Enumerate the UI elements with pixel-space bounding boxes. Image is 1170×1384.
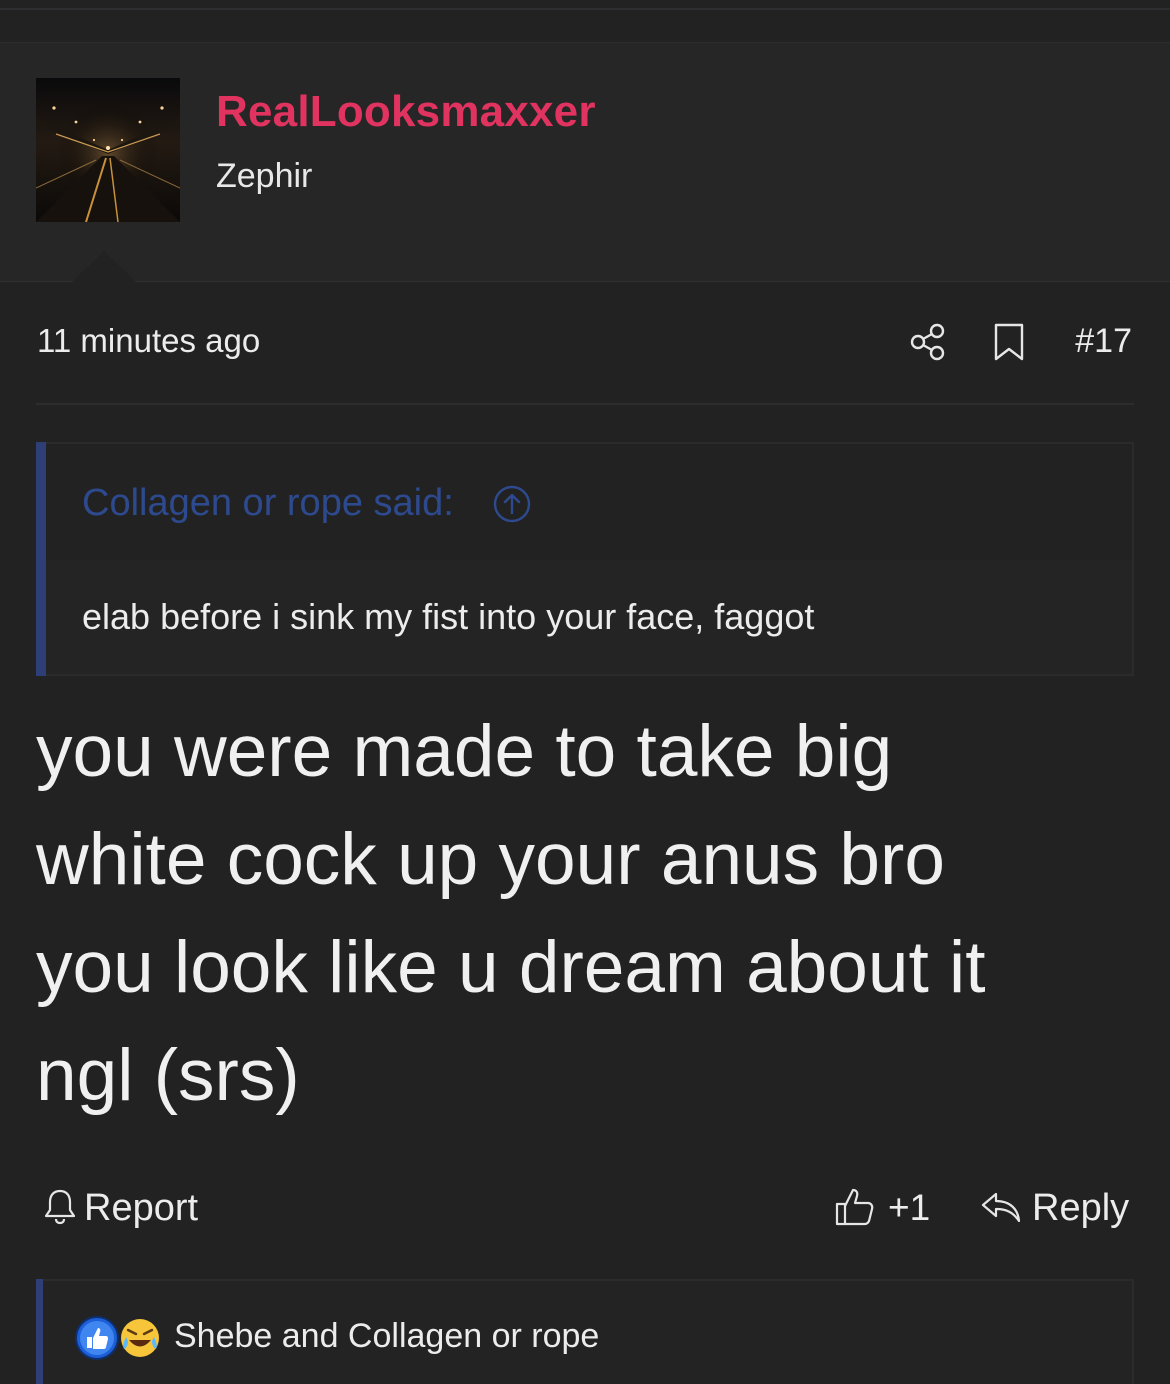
- username[interactable]: RealLooksmaxxer: [216, 87, 596, 137]
- reply-label: Reply: [1032, 1186, 1130, 1229]
- avatar[interactable]: [36, 78, 180, 222]
- reply-arrow-icon: [980, 1186, 1022, 1231]
- reaction-icons: [74, 1315, 164, 1361]
- like-count: +1: [888, 1187, 931, 1228]
- like-reaction-icon: [75, 1316, 119, 1360]
- bookmark-icon[interactable]: [992, 322, 1026, 362]
- post-body-line: ngl (srs): [36, 1035, 300, 1116]
- report-label: Report: [84, 1186, 199, 1229]
- reactions-accent-bar: [36, 1279, 43, 1384]
- post-body-line: white cock up your anus bro: [36, 819, 945, 900]
- post-timestamp[interactable]: 11 minutes ago: [37, 322, 260, 360]
- report-button[interactable]: Report: [42, 1184, 198, 1232]
- post-body-line: you look like u dream about it: [36, 927, 986, 1008]
- quote-header: Collagen or rope said:: [46, 444, 1132, 560]
- meta-divider: [36, 403, 1134, 405]
- reactions-summary[interactable]: Shebe and Collagen or rope: [174, 1317, 599, 1356]
- post-body-line: you were made to take big: [36, 711, 893, 792]
- thumbs-up-icon: [834, 1184, 876, 1233]
- post-user-header: RealLooksmaxxer Zephir: [0, 42, 1170, 282]
- user-title: Zephir: [216, 157, 313, 195]
- reply-button[interactable]: Reply: [980, 1182, 1129, 1234]
- quote-author-link[interactable]: Collagen or rope said:: [82, 482, 454, 525]
- share-icon[interactable]: [908, 322, 948, 362]
- quote-accent-bar: [36, 442, 46, 676]
- laugh-cry-reaction-icon: [121, 1319, 159, 1357]
- post-number-link[interactable]: #17: [1075, 322, 1132, 361]
- reactions-bar[interactable]: Shebe and Collagen or rope: [36, 1279, 1134, 1384]
- quote-text: elab before i sink my fist into your fac…: [82, 596, 815, 637]
- quote-block: Collagen or rope said: elab before i sin…: [36, 442, 1134, 676]
- bell-icon: [42, 1186, 78, 1231]
- top-divider: [0, 8, 1170, 10]
- header-pointer: [72, 251, 136, 282]
- arrow-up-circle-icon[interactable]: [492, 484, 532, 524]
- post-body: you were made to take big white cock up …: [36, 698, 1136, 1130]
- like-button[interactable]: +1: [834, 1182, 930, 1234]
- post-page: RealLooksmaxxer Zephir 11 minutes ago #1…: [0, 0, 1170, 1384]
